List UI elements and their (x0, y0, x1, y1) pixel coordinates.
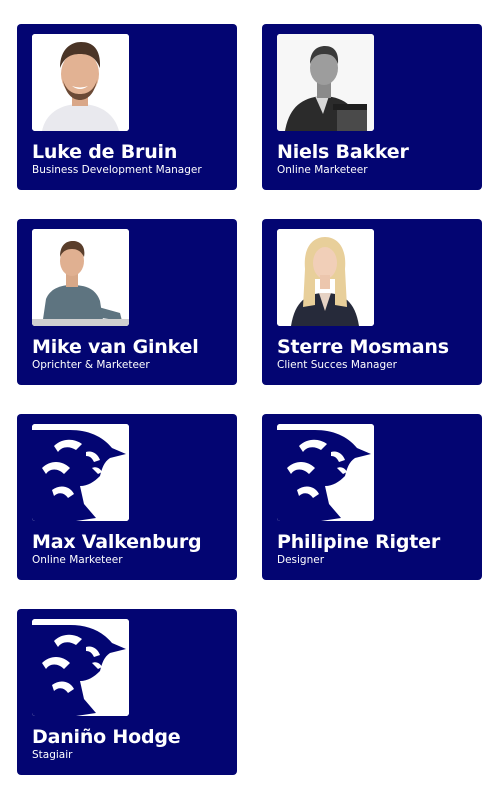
portrait-man-at-desk-icon (32, 229, 129, 326)
bull-logo-icon (32, 619, 129, 716)
team-card-mike-van-ginkel: Mike van Ginkel Oprichter & Marketeer (17, 219, 237, 385)
member-name: Sterre Mosmans (277, 336, 449, 358)
portrait-man-suit-grayscale-icon (277, 34, 374, 131)
bull-logo-icon (32, 424, 129, 521)
team-card-philipine-rigter: Philipine Rigter Designer (262, 414, 482, 580)
member-name: Max Valkenburg (32, 531, 202, 553)
member-name: Luke de Bruin (32, 141, 178, 163)
team-card-luke-de-bruin: Luke de Bruin Business Development Manag… (17, 24, 237, 190)
team-card-niels-bakker: Niels Bakker Online Marketeer (262, 24, 482, 190)
member-role: Online Marketeer (277, 164, 368, 176)
member-name: Daniño Hodge (32, 726, 181, 748)
member-name: Niels Bakker (277, 141, 409, 163)
member-name: Mike van Ginkel (32, 336, 199, 358)
member-role: Oprichter & Marketeer (32, 359, 150, 371)
profile-photo (32, 424, 129, 521)
portrait-smiling-man-icon (32, 34, 129, 131)
profile-photo (32, 619, 129, 716)
member-role: Designer (277, 554, 325, 566)
team-card-danino-hodge: Daniño Hodge Stagiair (17, 609, 237, 775)
team-card-sterre-mosmans: Sterre Mosmans Client Succes Manager (262, 219, 482, 385)
member-role: Client Succes Manager (277, 359, 397, 371)
member-role: Stagiair (32, 749, 73, 761)
member-name: Philipine Rigter (277, 531, 441, 553)
profile-photo (277, 229, 374, 326)
profile-photo (277, 424, 374, 521)
member-role: Business Development Manager (32, 164, 202, 176)
portrait-blonde-woman-icon (277, 229, 374, 326)
team-card-max-valkenburg: Max Valkenburg Online Marketeer (17, 414, 237, 580)
bull-logo-icon (277, 424, 374, 521)
profile-photo (32, 34, 129, 131)
profile-photo (277, 34, 374, 131)
member-role: Online Marketeer (32, 554, 123, 566)
profile-photo (32, 229, 129, 326)
